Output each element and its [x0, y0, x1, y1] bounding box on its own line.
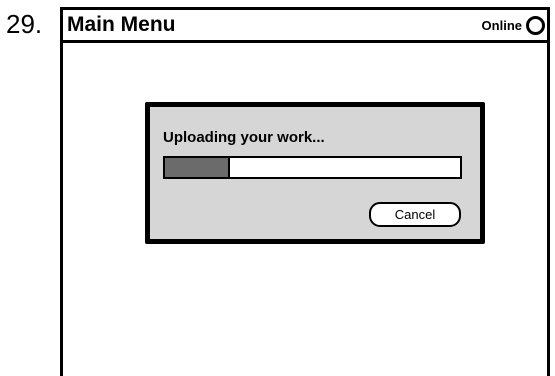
- wireframe-page: 29. Main Menu Online Uploading your work…: [0, 0, 555, 376]
- page-title: Main Menu: [67, 13, 176, 36]
- online-status: Online: [482, 13, 545, 37]
- upload-dialog: Uploading your work... Cancel: [145, 102, 485, 244]
- cancel-button[interactable]: Cancel: [369, 202, 461, 227]
- device-screen: Main Menu Online Uploading your work... …: [60, 7, 550, 376]
- title-bar: Main Menu Online: [63, 10, 547, 43]
- upload-progress-fill: [165, 158, 230, 177]
- step-number: 29.: [6, 9, 43, 39]
- upload-progress-bar: [163, 156, 462, 179]
- online-status-label: Online: [481, 17, 522, 33]
- circle-icon: [526, 15, 545, 35]
- upload-message: Uploading your work...: [163, 129, 325, 146]
